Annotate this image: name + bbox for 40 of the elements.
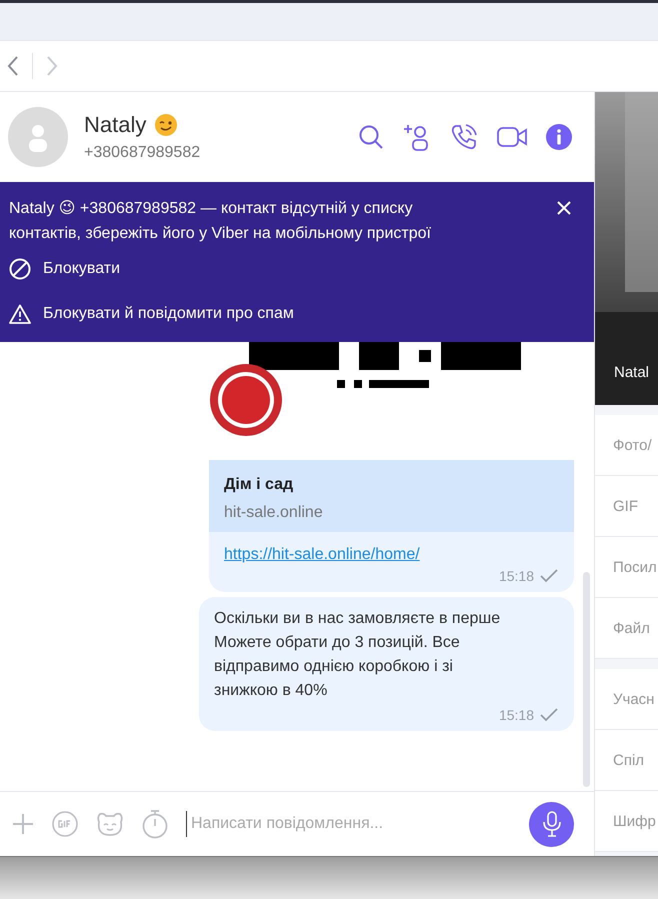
notice-action[interactable]: Блокувати й повідомити про спам xyxy=(9,291,594,336)
plus-icon[interactable] xyxy=(12,813,34,835)
message-input[interactable]: Написати повідомлення... xyxy=(186,811,511,837)
timer-icon[interactable] xyxy=(142,809,168,839)
close-icon[interactable] xyxy=(557,201,571,215)
gif-icon[interactable] xyxy=(52,811,78,837)
check-icon xyxy=(540,708,558,722)
message-time: 15:18 xyxy=(498,707,534,723)
warning-icon xyxy=(9,304,31,324)
bear-face-icon[interactable] xyxy=(96,811,124,837)
panel-item[interactable]: GIF xyxy=(595,476,658,537)
notice-message: Nataly 😉 +380687989582 — контакт відсутній у списку контактів, збережіть його у Viber на мобільному пристрої xyxy=(9,199,432,244)
wink-emoji-icon xyxy=(154,113,178,137)
panel-item[interactable]: Учасн xyxy=(595,669,658,730)
check-icon xyxy=(540,569,558,583)
message-text: Оскільки ви в нас замовляєте в перше Можете обрати до 3 позицій. Все відправимо однією коробкою і зі знижкою в 40% xyxy=(213,609,502,701)
panel-item[interactable]: Шифр xyxy=(595,791,658,852)
notice-action[interactable]: Блокувати xyxy=(9,246,594,291)
microphone-icon xyxy=(542,811,560,837)
microphone-button[interactable] xyxy=(529,802,574,846)
contact-phone: +380687989582 xyxy=(84,144,200,162)
block-icon xyxy=(9,258,31,280)
photo-caption: Natal xyxy=(614,364,650,381)
preview-domain: hit-sale.online xyxy=(224,504,324,522)
phone-icon[interactable] xyxy=(450,123,478,151)
contact-name: Nataly xyxy=(84,112,146,138)
message-time: 15:18 xyxy=(498,568,534,584)
info-icon[interactable] xyxy=(546,124,572,150)
search-icon[interactable] xyxy=(358,124,384,150)
video-camera-icon[interactable] xyxy=(497,126,527,148)
back-icon[interactable] xyxy=(6,55,20,77)
panel-item[interactable]: Спіл xyxy=(595,730,658,791)
panel-item[interactable]: Файл xyxy=(595,598,658,659)
link-preview[interactable]: Дім і сад hit-sale.online xyxy=(209,460,574,532)
add-contact-icon[interactable] xyxy=(403,123,431,151)
link[interactable]: https://hit-sale.online/home/ xyxy=(224,546,420,563)
panel-item[interactable]: Фото/ xyxy=(595,415,658,476)
panel-item[interactable]: Посил xyxy=(595,537,658,598)
preview-title: Дім і сад xyxy=(224,476,294,494)
scrollbar[interactable] xyxy=(583,572,590,787)
